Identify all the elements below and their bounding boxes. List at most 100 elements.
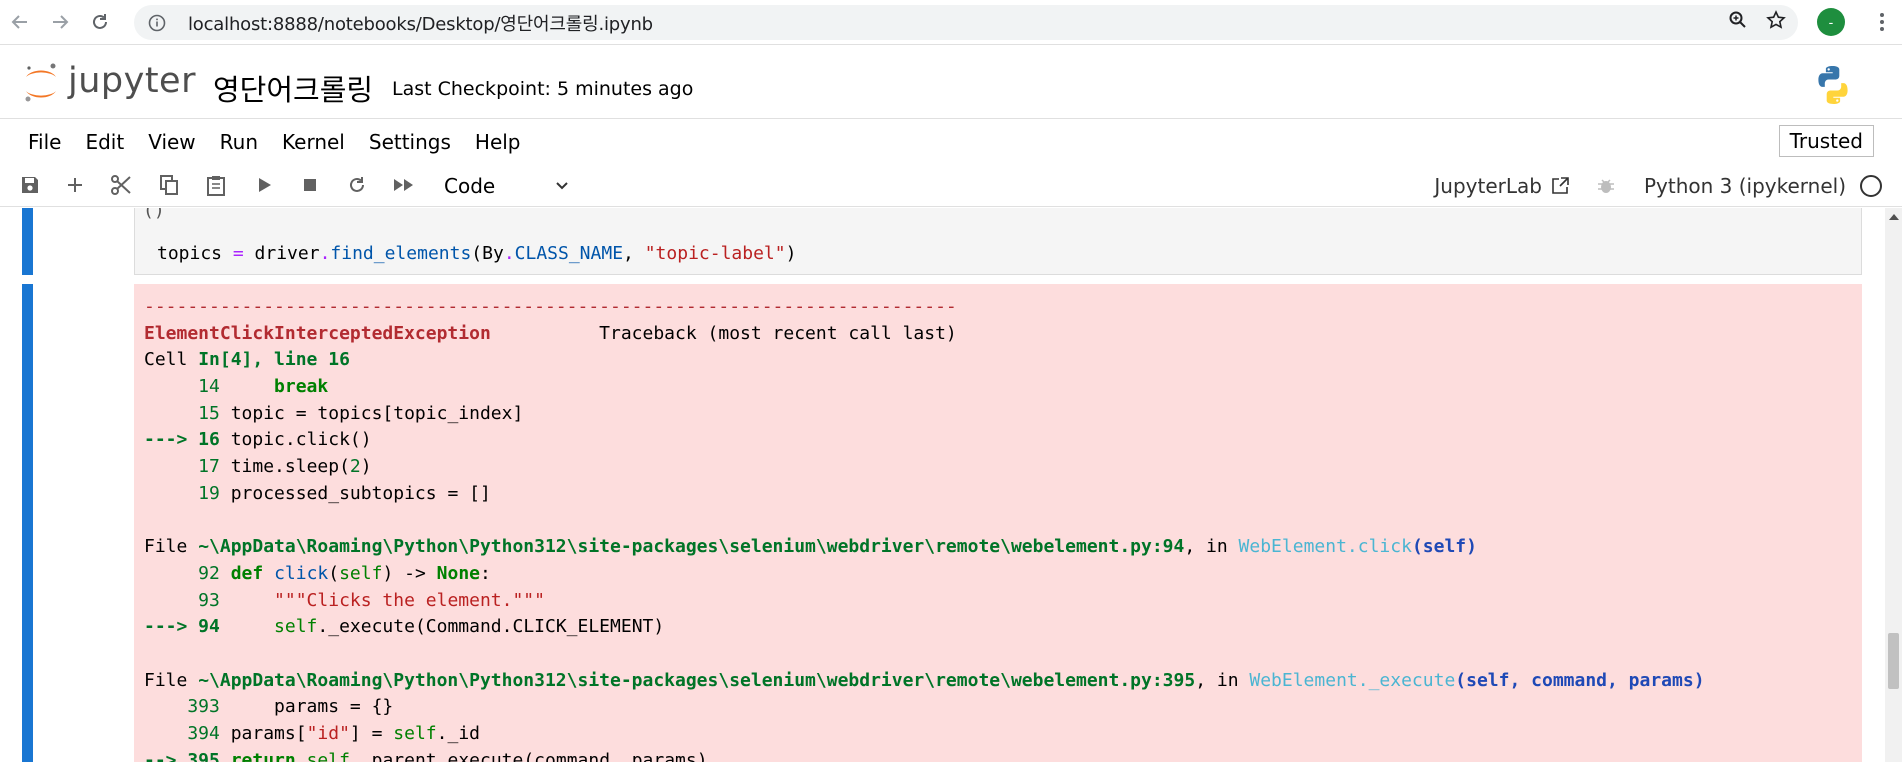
- traceback-token: .: [317, 616, 329, 638]
- traceback-token: [220, 590, 274, 611]
- menu-edit[interactable]: Edit: [73, 130, 136, 154]
- menu-view[interactable]: View: [136, 130, 207, 154]
- jupyter-wordmark[interactable]: jupyter: [68, 61, 196, 101]
- stop-icon[interactable]: [298, 173, 322, 197]
- traceback-token: ~\AppData\Roaming\Python\Python312\site-…: [198, 669, 1196, 691]
- traceback-token: .: [349, 749, 361, 762]
- traceback-token: 92: [144, 562, 220, 584]
- traceback-token: _id: [447, 723, 481, 744]
- scrollbar-thumb[interactable]: [1888, 633, 1899, 689]
- add-icon[interactable]: [63, 173, 87, 197]
- jupyter-logo-icon[interactable]: [22, 61, 60, 105]
- cell-type-select[interactable]: Code: [444, 171, 570, 201]
- debugger-icon[interactable]: [1596, 176, 1616, 196]
- kernel-name[interactable]: Python 3 (ipykernel): [1644, 174, 1846, 198]
- traceback-token: topic: [219, 429, 285, 451]
- traceback-line: ----------------------------------------…: [144, 294, 1862, 321]
- menu-file[interactable]: File: [16, 130, 73, 154]
- traceback-token: params: [219, 696, 350, 718]
- traceback-token: return: [230, 749, 296, 762]
- traceback-token: self: [339, 562, 383, 584]
- code-token: CLASS_NAME: [514, 243, 624, 264]
- menu-icon[interactable]: [1870, 8, 1894, 36]
- profile-avatar[interactable]: -: [1817, 8, 1845, 36]
- traceback-token: =: [349, 696, 361, 718]
- zoom-icon[interactable]: [1728, 10, 1748, 35]
- jupyterlab-button[interactable]: JupyterLab: [1434, 174, 1542, 198]
- menu-help[interactable]: Help: [463, 130, 533, 154]
- traceback-token: sleep(: [284, 456, 350, 478]
- traceback-token: ~\AppData\Roaming\Python\Python312\site-…: [198, 536, 1185, 558]
- back-arrow-icon[interactable]: [0, 2, 40, 42]
- traceback-line: 93 """Clicks the element.""": [144, 588, 1862, 615]
- save-icon[interactable]: [18, 173, 42, 197]
- kernel-status-icon: [1860, 175, 1882, 197]
- traceback-token: click: [274, 562, 329, 584]
- traceback-token: CLICK_ELEMENT): [512, 616, 665, 638]
- url-text[interactable]: localhost:8888/notebooks/Desktop/영단어크롤링.…: [188, 10, 653, 36]
- notebook-toolbar: Code JupyterLab Python 3 (ipykernel): [0, 163, 1902, 207]
- traceback-line: --> 395 return self._parent.execute(comm…: [144, 748, 1862, 762]
- output-cell: ----------------------------------------…: [22, 284, 1862, 762]
- fast-forward-icon[interactable]: [392, 173, 416, 197]
- traceback-token: 393: [144, 696, 220, 718]
- output-collapser[interactable]: [22, 284, 33, 762]
- traceback-token: self: [274, 616, 318, 638]
- traceback-token: break: [274, 376, 329, 398]
- traceback-token: None: [436, 562, 481, 584]
- menubar: File Edit View Run Kernel Settings Help …: [0, 120, 1902, 163]
- traceback-token: _parent: [360, 749, 437, 762]
- trusted-indicator[interactable]: Trusted: [1778, 125, 1874, 157]
- traceback-token: WebElement.click: [1238, 536, 1412, 558]
- cell-collapser[interactable]: [22, 208, 33, 275]
- traceback-token: 14: [144, 376, 220, 398]
- traceback-token: =: [447, 482, 459, 504]
- traceback-token: ): [360, 456, 372, 478]
- code-token: (By: [471, 243, 504, 264]
- traceback-token: _execute(Command: [328, 616, 502, 638]
- last-checkpoint: Last Checkpoint: 5 minutes ago: [392, 78, 694, 100]
- star-icon[interactable]: [1766, 10, 1786, 35]
- restart-icon[interactable]: [345, 173, 369, 197]
- menu-settings[interactable]: Settings: [357, 130, 463, 154]
- traceback-token: []: [458, 482, 491, 504]
- traceback-token: .: [274, 456, 285, 478]
- jupyter-notebook-window: localhost:8888/notebooks/Desktop/영단어크롤링.…: [0, 0, 1902, 762]
- run-icon[interactable]: [252, 173, 276, 197]
- cut-icon[interactable]: [109, 173, 133, 197]
- address-bar[interactable]: localhost:8888/notebooks/Desktop/영단어크롤링.…: [134, 5, 1798, 40]
- traceback-token: WebElement._execute: [1249, 669, 1456, 691]
- vertical-scrollbar[interactable]: [1885, 208, 1902, 762]
- jupyter-header: jupyter 영단어크롤링 Last Checkpoint: 5 minute…: [0, 44, 1902, 119]
- code-editor[interactable]: () topics = driver.find_elements(By.CLAS…: [134, 208, 1862, 275]
- external-link-icon[interactable]: [1550, 176, 1570, 196]
- site-info-icon[interactable]: [146, 12, 168, 34]
- traceback-line: File ~\AppData\Roaming\Python\Python312\…: [144, 668, 1862, 695]
- traceback-token: .: [436, 723, 448, 744]
- traceback-token: self: [306, 749, 350, 762]
- error-traceback-output: ----------------------------------------…: [134, 284, 1862, 762]
- reload-icon[interactable]: [80, 2, 120, 42]
- traceback-token: def: [230, 562, 264, 584]
- cell-type-value: Code: [444, 174, 496, 198]
- code-token: .: [503, 243, 515, 264]
- traceback-line: 92 def click(self) -> None:: [144, 561, 1862, 588]
- code-token: ): [785, 243, 797, 264]
- notebook-panel[interactable]: () topics = driver.find_elements(By.CLAS…: [0, 208, 1885, 762]
- notebook-title[interactable]: 영단어크롤링: [213, 67, 373, 109]
- traceback-token: topics[topic_index]: [306, 402, 524, 424]
- code-cell[interactable]: () topics = driver.find_elements(By.CLAS…: [22, 208, 1862, 275]
- scroll-up-icon[interactable]: [1889, 214, 1899, 220]
- traceback-token: ---> 16: [144, 429, 220, 451]
- forward-arrow-icon[interactable]: [40, 2, 80, 42]
- traceback-token: 394: [144, 723, 220, 744]
- copy-icon[interactable]: [157, 173, 181, 197]
- menu-kernel[interactable]: Kernel: [270, 130, 357, 154]
- code-token: ,: [623, 243, 645, 264]
- paste-icon[interactable]: [204, 173, 228, 197]
- traceback-token: [220, 563, 231, 584]
- code-token: find_elements: [330, 243, 472, 264]
- traceback-token: , in: [1184, 536, 1239, 558]
- menu-run[interactable]: Run: [208, 130, 270, 154]
- traceback-token: {}: [360, 696, 394, 718]
